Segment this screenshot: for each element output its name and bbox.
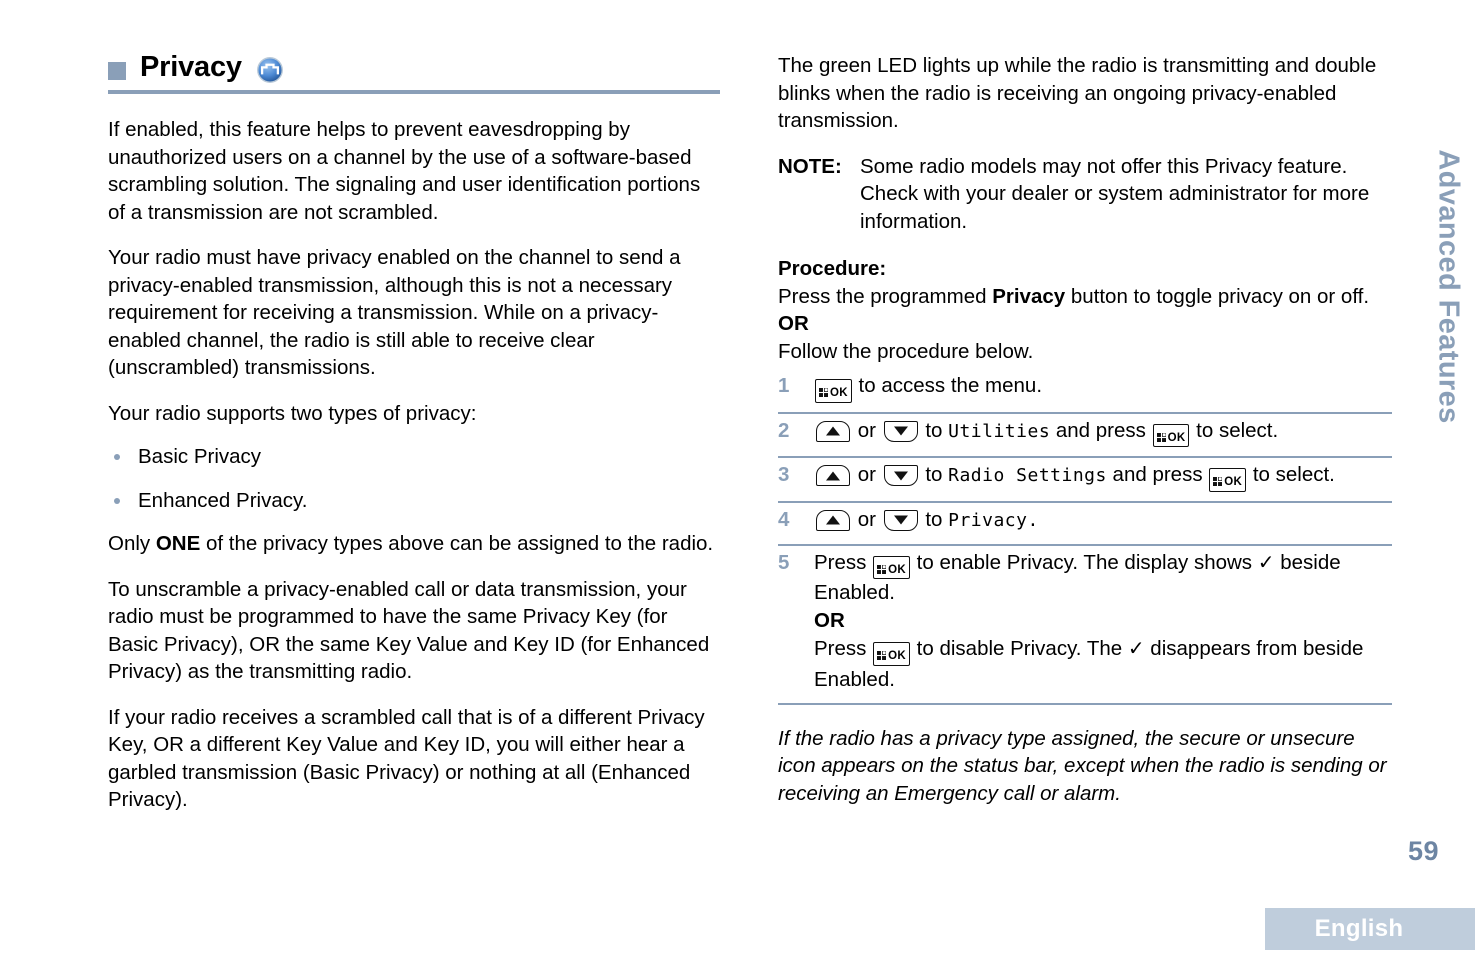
- paragraph-mismatch: If your radio receives a scrambled call …: [108, 705, 705, 812]
- arrow-up-key-icon: [816, 420, 850, 442]
- menu-ok-key-icon: OK: [815, 379, 852, 403]
- triangle-glyph: [893, 515, 908, 525]
- arrow-down-key-icon: [883, 420, 918, 442]
- arrow-down-key-icon: [883, 465, 918, 486]
- list-item-label: Enhanced Privacy.: [138, 488, 308, 512]
- heading-rule: [108, 90, 720, 94]
- procedure-step: 4 or to Privacy.: [778, 503, 1392, 546]
- step-number: 3: [778, 463, 790, 486]
- paragraph-intro-2: Your radio must have privacy enabled on …: [108, 246, 681, 379]
- menu-item-text: Radio Settings: [948, 465, 1107, 486]
- paragraph-only-one: Only ONE of the privacy types above can …: [108, 530, 720, 558]
- menu-ok-key-icon: OK: [873, 642, 910, 666]
- paragraph-unscramble: To unscramble a privacy-enabled call or …: [108, 577, 710, 684]
- procedure-intro-before: Press the programmed: [778, 284, 993, 308]
- step-text: Press OK to enable Privacy. The display …: [814, 550, 1364, 691]
- menu-grid-icon: [1213, 477, 1223, 486]
- section-heading: Privacy: [108, 51, 720, 84]
- menu-ok-key-icon: OK: [1209, 468, 1247, 492]
- procedure-step: 2 or to Utilities and press OK to select…: [778, 414, 1392, 458]
- language-bar: English: [1265, 908, 1475, 950]
- follow-procedure-text: Follow the procedure below.: [778, 339, 1034, 363]
- list-item: Enhanced Privacy.: [108, 487, 720, 515]
- arrow-down-key-icon: [883, 509, 918, 531]
- menu-item-text: Privacy.: [948, 509, 1039, 531]
- procedure-label: Procedure:: [778, 257, 887, 280]
- chapter-side-tab-label: Advanced Features: [1432, 149, 1465, 424]
- paragraph-intro-1: If enabled, this feature helps to preven…: [108, 118, 701, 224]
- chapter-side-tab: Advanced Features: [1421, 130, 1475, 460]
- procedure-step: 1 OK to access the menu.: [778, 369, 1392, 414]
- procedure-step: 5 Press OK to enable Privacy. The display…: [778, 546, 1392, 705]
- paragraph-types-lead: Your radio supports two types of privacy…: [108, 401, 477, 425]
- checkmark-icon: ✓: [1257, 551, 1275, 574]
- note-label: NOTE:: [778, 154, 842, 178]
- menu-grid-icon: [819, 388, 828, 397]
- note-text: Some radio models may not offer this Pri…: [860, 154, 1370, 233]
- procedure-intro: Press the programmed Privacy button to t…: [778, 283, 1392, 311]
- arrow-up-key-icon: [816, 509, 850, 531]
- heading-square-marker: [108, 62, 126, 80]
- paragraph-led-behavior: The green LED lights up while the radio …: [778, 54, 1377, 132]
- menu-grid-icon: [877, 651, 887, 660]
- menu-ok-key-icon: OK: [1152, 423, 1190, 447]
- arrow-up-key-icon: [816, 465, 850, 486]
- step-text: or to Privacy.: [814, 506, 1392, 535]
- step-text: OK to access the menu.: [814, 372, 1392, 403]
- menu-grid-icon: [877, 564, 887, 574]
- list-item-label: Basic Privacy: [138, 445, 262, 468]
- step-text: or to Radio Settings and press OK to sel…: [814, 461, 1392, 492]
- only-one-before: Only: [108, 532, 156, 555]
- step-number: 1: [778, 374, 790, 397]
- privacy-wave-icon: [256, 57, 283, 83]
- procedure-step: 3 or to Radio Settings and press OK to s…: [778, 458, 1392, 503]
- ok-key-label: OK: [830, 387, 848, 399]
- procedure-intro-after: button to toggle privacy on or off.: [1065, 284, 1370, 308]
- language-label: English: [1314, 915, 1404, 942]
- step-number: 4: [778, 507, 790, 531]
- triangle-glyph: [826, 471, 840, 480]
- only-one-after: of the privacy types above can be assign…: [200, 532, 714, 555]
- procedure-intro-bold: Privacy: [992, 284, 1066, 308]
- step-or-label: OR: [814, 609, 845, 632]
- page-number: 59: [1407, 836, 1439, 866]
- triangle-glyph: [826, 426, 840, 436]
- ok-key-label: OK: [888, 563, 906, 576]
- page-title: Privacy: [140, 51, 242, 84]
- ok-key-label: OK: [1167, 431, 1186, 444]
- menu-item-text: Utilities: [948, 420, 1051, 442]
- or-label: OR: [778, 312, 809, 335]
- step-text: or to Utilities and press OK to select.: [814, 417, 1392, 447]
- checkmark-icon: ✓: [1127, 638, 1145, 660]
- triangle-glyph: [893, 471, 908, 480]
- step-number: 5: [778, 550, 790, 574]
- privacy-types-list: Basic Privacy Enhanced Privacy.: [108, 443, 720, 514]
- right-column: The green LED lights up while the radio …: [778, 52, 1392, 807]
- only-one-bold: ONE: [155, 532, 201, 555]
- ok-key-label: OK: [1224, 476, 1243, 488]
- list-item: Basic Privacy: [108, 443, 720, 471]
- left-column: Privacy If enabled, this feature helps t…: [108, 51, 720, 832]
- note-block: NOTE: Some radio models may not offer th…: [778, 153, 1392, 236]
- menu-ok-key-icon: OK: [873, 555, 910, 579]
- step-number: 2: [778, 418, 790, 442]
- menu-grid-icon: [1156, 432, 1166, 442]
- triangle-glyph: [893, 426, 908, 436]
- triangle-glyph: [826, 515, 840, 525]
- closing-italic-note: If the radio has a privacy type assigned…: [778, 726, 1387, 805]
- procedure-steps: 1 OK to access the menu. 2 or to Utilities…: [778, 369, 1392, 705]
- document-page: Privacy If enabled, this feature helps t…: [0, 0, 1475, 954]
- ok-key-label: OK: [888, 650, 906, 662]
